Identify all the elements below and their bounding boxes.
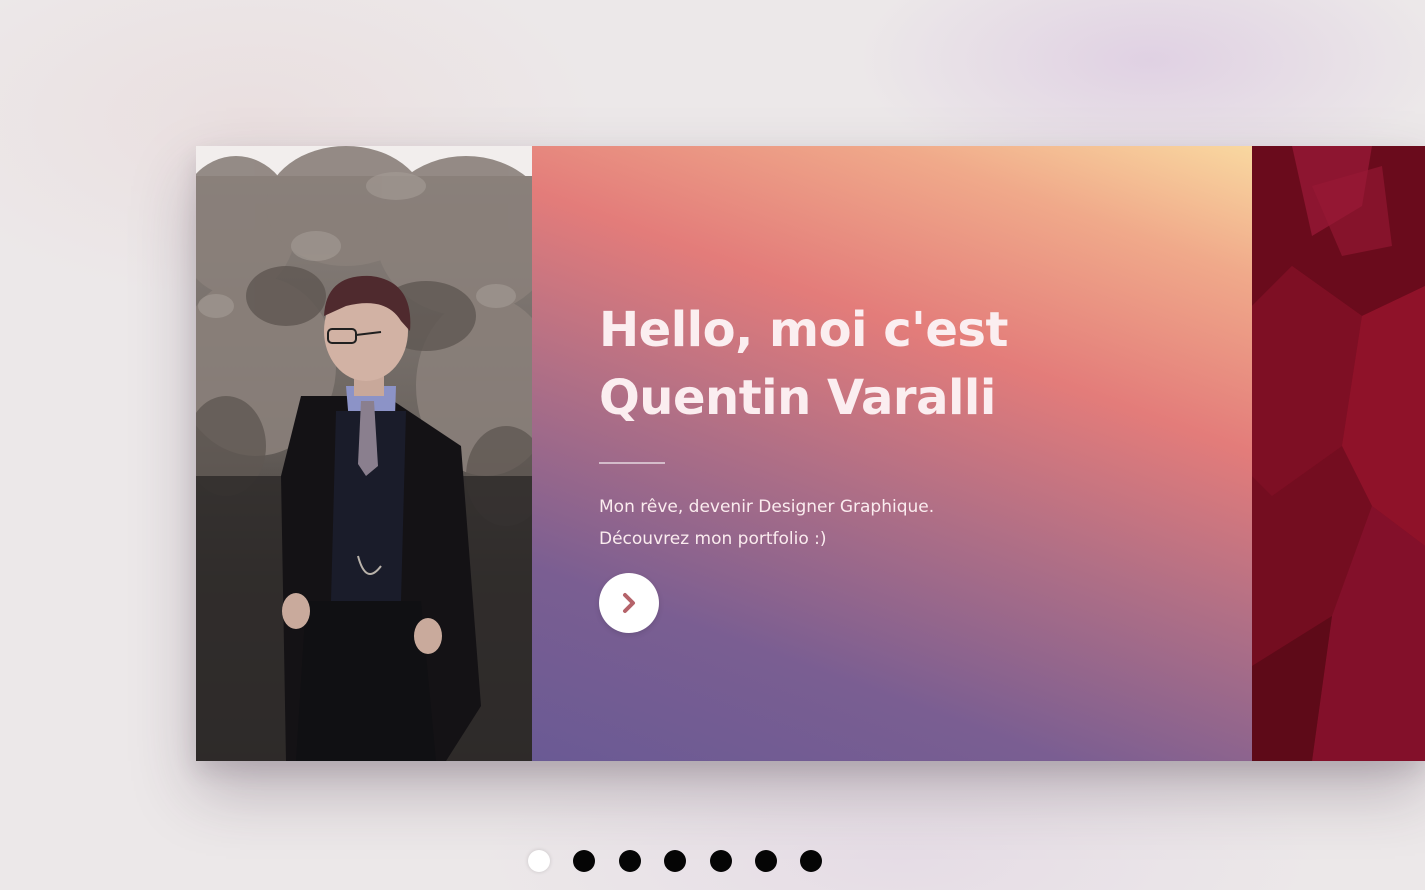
pagination-dot-2[interactable]	[573, 850, 596, 872]
chevron-right-icon	[623, 593, 635, 613]
portrait-illustration	[196, 146, 532, 761]
page-title: Hello, moi c'est Quentin Varalli	[599, 296, 1159, 432]
pagination-dot-3[interactable]	[618, 850, 641, 872]
title-divider	[599, 462, 665, 464]
pagination-dot-1[interactable]	[528, 850, 550, 872]
title-line-1: Hello, moi c'est	[599, 302, 1008, 358]
intro-text-line-2: Découvrez mon portfolio :)	[599, 529, 827, 549]
pagination-dot-4[interactable]	[664, 850, 687, 872]
hero-slider: Hello, moi c'est Quentin Varalli Mon rêv…	[196, 146, 1425, 761]
portrait-photo	[196, 146, 532, 761]
current-slide: Hello, moi c'est Quentin Varalli Mon rêv…	[196, 146, 1252, 761]
next-button[interactable]	[599, 573, 659, 633]
next-slide-preview[interactable]	[1252, 146, 1425, 761]
intro-panel: Hello, moi c'est Quentin Varalli Mon rêv…	[532, 146, 1252, 761]
intro-content: Hello, moi c'est Quentin Varalli Mon rêv…	[599, 296, 1159, 555]
intro-text: Mon rêve, devenir Designer Graphique. Dé…	[599, 491, 1159, 555]
pagination-dot-6[interactable]	[754, 850, 777, 872]
title-line-2: Quentin Varalli	[599, 370, 996, 426]
pagination-dot-7[interactable]	[800, 850, 823, 872]
pagination-dot-5[interactable]	[709, 850, 732, 872]
abstract-pattern	[1252, 146, 1425, 761]
intro-text-line-1: Mon rêve, devenir Designer Graphique.	[599, 497, 935, 517]
slider-pagination	[528, 850, 846, 872]
